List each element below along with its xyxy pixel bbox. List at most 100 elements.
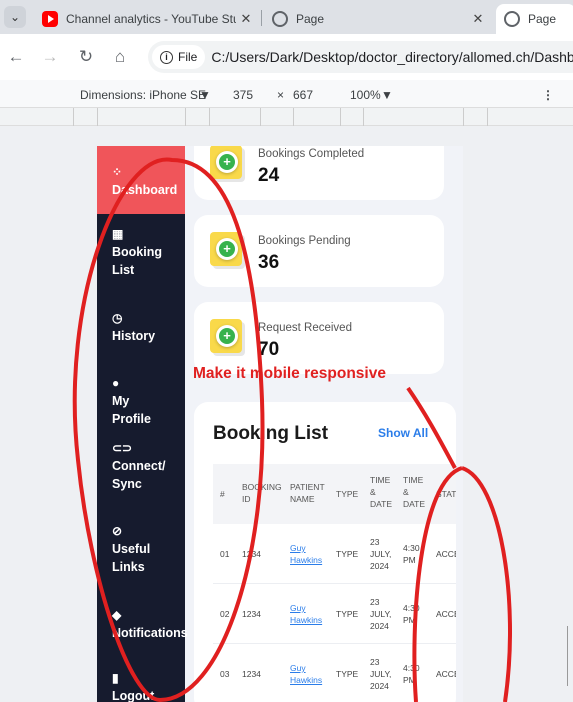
device-width[interactable]: 375 [233,88,253,102]
more-options-icon[interactable]: ⋮ [542,88,554,102]
user-icon: ● [112,376,120,390]
booking-type: TYPE [336,669,359,679]
column-header: TIME & DATE [370,475,393,509]
tab-youtube-analytics[interactable]: Channel analytics - YouTube Stu ✕ [34,4,260,34]
booking-type: TYPE [336,549,359,559]
device-selector[interactable]: Dimensions: iPhone SE [80,88,206,102]
stat-value: 36 [258,252,280,273]
sidebar-item-history[interactable]: ◷ History [97,310,185,345]
reload-icon[interactable]: ↻ [75,46,97,68]
sidebar-item-label: Booking List [112,245,162,277]
booking-date: 23 JULY, 2024 [370,537,392,571]
link-circle-icon: ⊘ [112,524,123,538]
status-badge: ACCEPTED [436,549,456,559]
sidebar-item-label: Notifications [112,626,188,640]
link-icon: ⊂⊃ [112,441,133,455]
close-tab-icon[interactable]: ✕ [236,11,256,27]
row-number: 02 [220,609,230,619]
column-header: STATUS [436,489,456,499]
booking-list-card: Booking List Show All # BOOKING ID PATIE… [194,402,456,702]
table-header: # BOOKING ID PATIENT NAME TYPE TIME & DA… [213,464,456,524]
chevron-down-icon[interactable]: ▼ [199,88,211,102]
tab-page-1[interactable]: Page ✕ [264,4,492,34]
stat-label: Bookings Completed [258,148,365,160]
forward-icon[interactable]: → [39,46,61,68]
info-icon: i [160,50,173,64]
patient-link[interactable]: Guy Hawkins [290,603,322,625]
booking-time: 4:30 PM [403,603,420,625]
sidebar-item-useful-links[interactable]: ⊘ Useful Links [97,523,171,576]
tab-title: Page [528,12,557,26]
tab-strip: ⌄ Channel analytics - YouTube Stu ✕ Page… [0,0,573,34]
chip-label: File [178,50,198,64]
globe-icon [272,11,288,27]
sidebar-item-label: Dashboard [112,183,178,197]
column-header: # [220,489,225,499]
youtube-icon [42,11,58,27]
sidebar-item-my-profile[interactable]: ● My Profile [97,375,167,428]
table-row[interactable]: 01 1234 Guy Hawkins TYPE 23 JULY, 2024 4… [213,524,456,584]
sidebar-item-logout[interactable]: ▮ Logout [97,670,185,702]
tab-search-button[interactable]: ⌄ [4,6,26,28]
booking-list-title: Booking List [213,423,329,444]
sidebar-item-connect-sync[interactable]: ⊂⊃ Connect/ Sync [97,440,183,493]
column-header: PATIENT NAME [290,482,325,504]
stat-card-completed: + Bookings Completed 24 [194,146,444,200]
zoom-selector[interactable]: 100% [350,88,381,102]
stat-card-pending: + Bookings Pending 36 [194,215,444,287]
patient-link[interactable]: Guy Hawkins [290,663,322,685]
sidebar-item-notifications[interactable]: ◆ Notifications [97,607,188,642]
browser-toolbar: ← → ↻ ⌂ i File C:/Users/Dark/Desktop/doc… [0,34,573,80]
home-icon[interactable]: ⌂ [109,46,131,68]
globe-icon [504,11,520,27]
patient-cell: Guy Hawkins [290,542,330,566]
close-tab-icon[interactable]: ✕ [468,11,488,27]
patient-cell: Guy Hawkins [290,662,330,686]
chevron-down-icon: ⌄ [9,10,21,24]
grid-icon: ⁘ [112,165,123,179]
booking-type: TYPE [336,609,359,619]
booking-id: 1234 [242,669,261,679]
main-content: + Bookings Completed 24 + Bookings Pendi… [185,146,463,702]
emulated-page: ⁘ Dashboard ▦ Booking List ◷ History ● M… [97,146,463,702]
booking-time: 4:30 PM [403,663,420,685]
row-number: 03 [220,669,230,679]
stat-value: 24 [258,165,280,186]
sidebar-item-label: Logout [112,689,155,702]
chevron-down-icon[interactable]: ▼ [381,88,393,102]
table-row[interactable]: 02 1234 Guy Hawkins TYPE 23 JULY, 2024 4… [213,584,456,644]
booking-time: 4:30 PM [403,543,420,565]
tab-title: Page [296,12,325,26]
clock-icon: ◷ [112,311,123,325]
booking-id: 1234 [242,609,261,619]
sidebar-item-label: Useful Links [112,542,151,574]
status-badge: ACCEPTED [436,609,456,619]
tab-title: Channel analytics - YouTube Stu [66,12,236,26]
resize-handle[interactable] [567,626,573,686]
bell-icon: ◆ [112,608,122,622]
row-number: 01 [220,549,230,559]
column-header: TIME & DATE [403,475,426,509]
url-text[interactable]: C:/Users/Dark/Desktop/doctor_directory/a… [211,49,573,65]
table-row[interactable]: 03 1234 Guy Hawkins TYPE 23 JULY, 2024 4… [213,644,456,702]
sidebar-item-booking-list[interactable]: ▦ Booking List [97,226,177,279]
sidebar-item-label: History [112,329,156,343]
booking-date: 23 JULY, 2024 [370,597,392,631]
patient-cell: Guy Hawkins [290,602,330,626]
stat-card-requests: + Request Received 70 [194,302,444,374]
patient-link[interactable]: Guy Hawkins [290,543,322,565]
tab-page-active[interactable]: Page [496,4,573,34]
address-bar[interactable]: i File C:/Users/Dark/Desktop/doctor_dire… [148,41,573,73]
annotation-text: Make it mobile responsive [193,365,386,382]
sidebar: ⁘ Dashboard ▦ Booking List ◷ History ● M… [97,146,188,702]
logout-icon: ▮ [112,671,119,685]
times-symbol: × [277,88,285,102]
column-header: BOOKING ID [242,482,282,504]
show-all-link[interactable]: Show All [378,426,428,440]
sidebar-item-label: My Profile [112,394,151,426]
site-info-chip[interactable]: i File [152,45,206,69]
device-height[interactable]: 667 [293,88,313,102]
add-booking-icon: + [210,319,242,353]
sidebar-item-dashboard[interactable]: ⁘ Dashboard [97,146,185,214]
back-icon[interactable]: ← [5,46,27,68]
